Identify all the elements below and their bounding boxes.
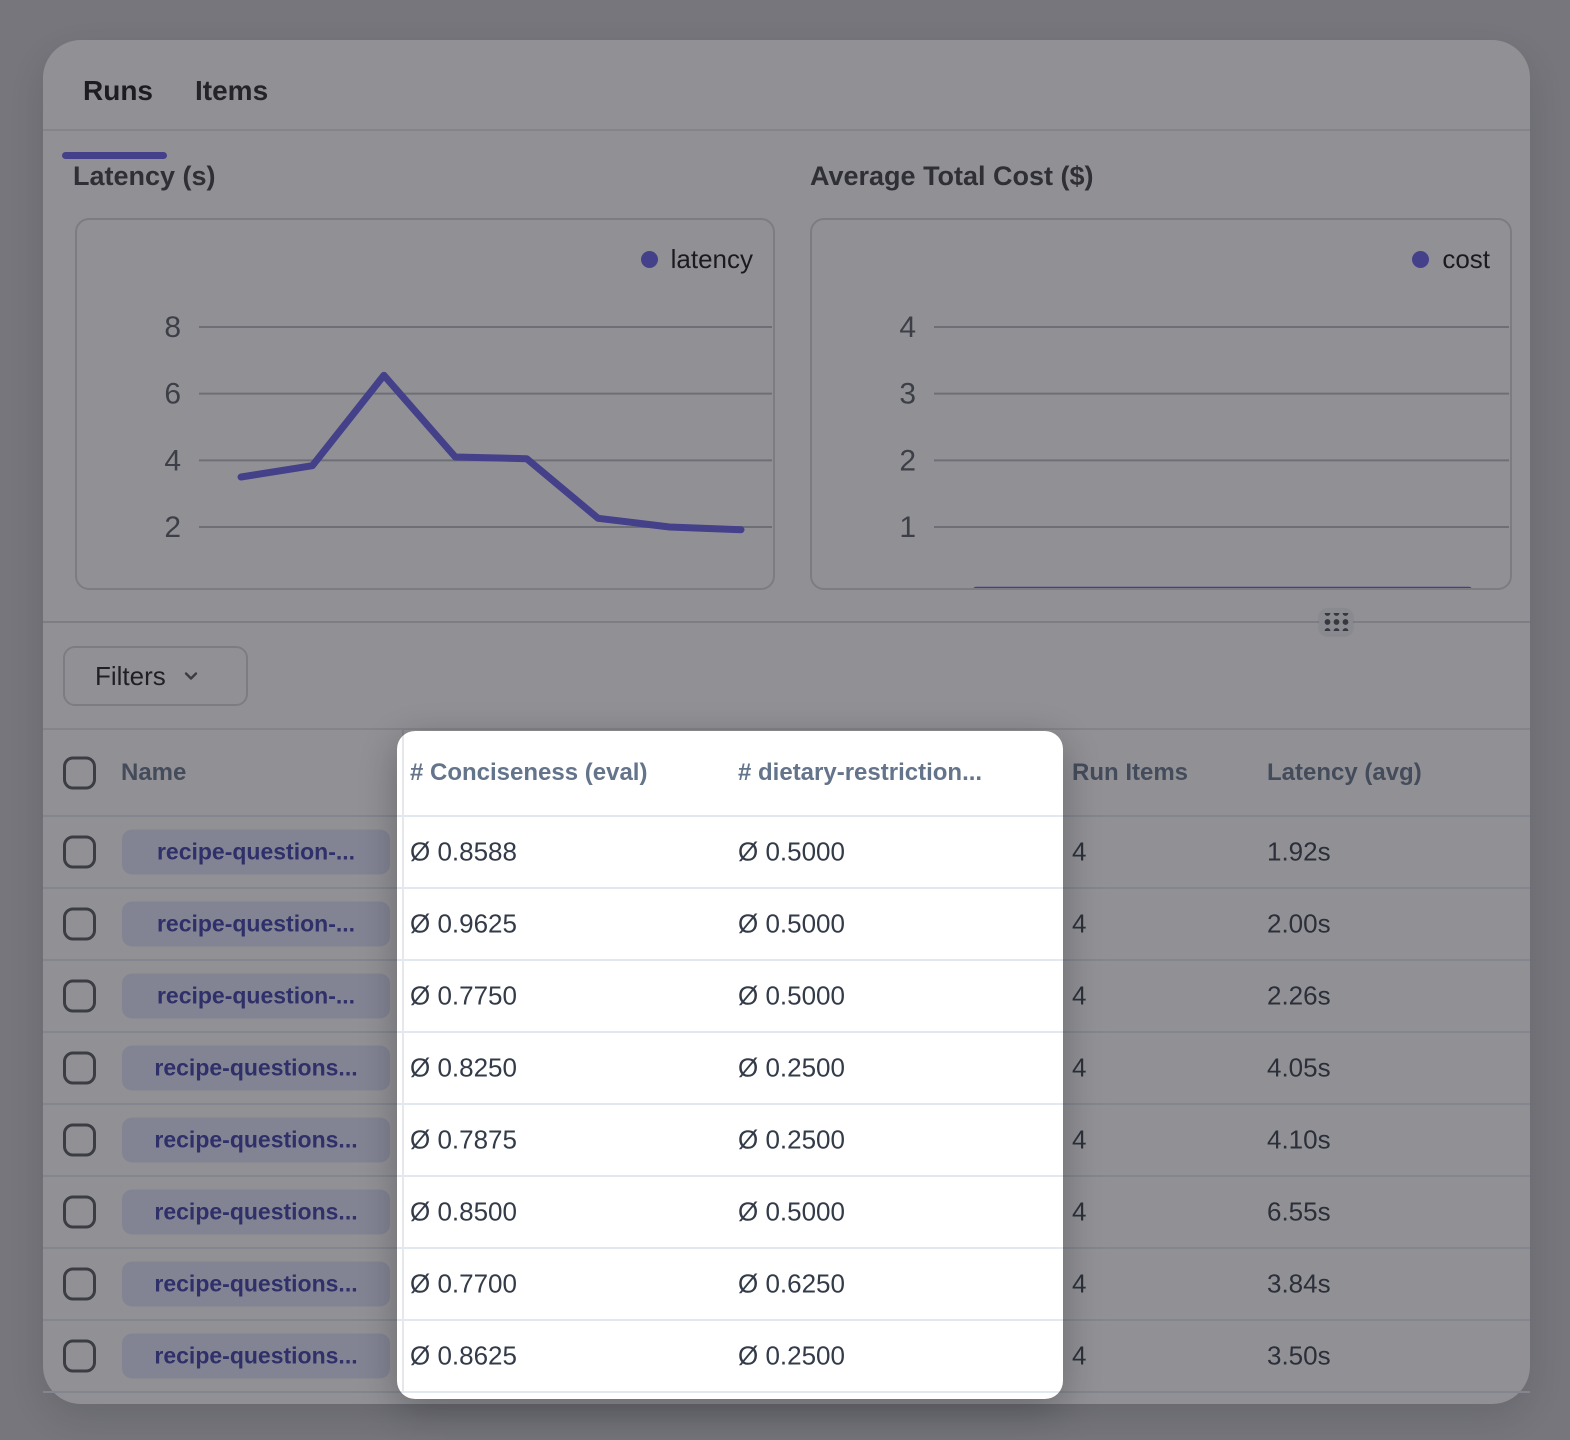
dietary-restriction-score-cell: Ø 0.5000 — [738, 1197, 845, 1228]
run-name-badge[interactable]: recipe-questions... — [122, 1262, 390, 1307]
y-axis-tick-label: 2 — [899, 444, 916, 477]
filters-button[interactable]: Filters — [63, 646, 248, 706]
row-checkbox[interactable] — [63, 1268, 96, 1301]
dietary-restriction-score-cell: Ø 0.6250 — [738, 1269, 845, 1300]
run-items-cell: 4 — [1072, 1053, 1086, 1084]
table-row[interactable]: recipe-questions... Ø 0.7875 Ø 0.2500 4 4.10… — [43, 1105, 1530, 1177]
latency-avg-cell: 4.05s — [1267, 1053, 1331, 1084]
latency-series-line — [241, 375, 741, 529]
run-name-badge[interactable]: recipe-question-... — [122, 974, 390, 1019]
conciseness-score-cell: Ø 0.7700 — [410, 1269, 517, 1300]
dietary-restriction-score-cell: Ø 0.2500 — [738, 1125, 845, 1156]
run-items-cell: 4 — [1072, 1125, 1086, 1156]
latency-avg-cell: 3.84s — [1267, 1269, 1331, 1300]
cost-chart-title: Average Total Cost ($) — [810, 161, 1094, 192]
runs-dashboard-card: Runs Items Latency (s) Average Total Cos… — [43, 40, 1530, 1404]
dietary-restriction-score-cell: Ø 0.2500 — [738, 1341, 845, 1372]
latency-line-chart: 8 6 4 2 — [77, 220, 774, 589]
tab-bar: Runs Items — [83, 75, 268, 107]
latency-legend: latency — [641, 244, 753, 275]
cost-chart-panel: 4 3 2 1 cost — [810, 218, 1512, 590]
y-axis-tick-label: 3 — [899, 378, 916, 411]
run-name-badge[interactable]: recipe-question-... — [122, 830, 390, 875]
run-name-badge[interactable]: recipe-questions... — [122, 1334, 390, 1379]
table-body: recipe-question-... Ø 0.8588 Ø 0.5000 4 1.92… — [43, 817, 1530, 1393]
conciseness-score-cell: Ø 0.8250 — [410, 1053, 517, 1084]
run-name-badge[interactable]: recipe-questions... — [122, 1046, 390, 1091]
run-name-badge[interactable]: recipe-questions... — [122, 1118, 390, 1163]
run-name-badge[interactable]: recipe-questions... — [122, 1190, 390, 1235]
table-row[interactable]: recipe-questions... Ø 0.8625 Ø 0.2500 4 3.50… — [43, 1321, 1530, 1393]
row-checkbox[interactable] — [63, 980, 96, 1013]
table-row[interactable]: recipe-question-... Ø 0.9625 Ø 0.5000 4 2.00… — [43, 889, 1530, 961]
latency-chart-title: Latency (s) — [73, 161, 216, 192]
run-items-cell: 4 — [1072, 981, 1086, 1012]
conciseness-score-cell: Ø 0.7875 — [410, 1125, 517, 1156]
run-items-cell: 4 — [1072, 909, 1086, 940]
filters-button-label: Filters — [95, 661, 166, 692]
table-row[interactable]: recipe-question-... Ø 0.8588 Ø 0.5000 4 1.92… — [43, 817, 1530, 889]
latency-avg-cell: 6.55s — [1267, 1197, 1331, 1228]
conciseness-score-cell: Ø 0.8588 — [410, 837, 517, 868]
y-axis-tick-label: 2 — [164, 511, 181, 544]
cost-legend-dot-icon — [1412, 251, 1429, 268]
row-checkbox[interactable] — [63, 1340, 96, 1373]
latency-avg-cell: 2.00s — [1267, 909, 1331, 940]
conciseness-score-cell: Ø 0.8500 — [410, 1197, 517, 1228]
table-header-row: Name # Conciseness (eval) # dietary-rest… — [43, 730, 1530, 817]
y-axis-tick-label: 8 — [164, 311, 181, 344]
dietary-restriction-score-cell: Ø 0.5000 — [738, 909, 845, 940]
column-header-conciseness: # Conciseness (eval) — [410, 759, 647, 787]
cost-line-chart: 4 3 2 1 — [812, 220, 1511, 589]
run-name-badge[interactable]: recipe-question-... — [122, 902, 390, 947]
column-header-dietary-restriction: # dietary-restriction... — [738, 759, 982, 787]
latency-chart-panel: 8 6 4 2 latency — [75, 218, 775, 590]
conciseness-score-cell: Ø 0.8625 — [410, 1341, 517, 1372]
row-checkbox[interactable] — [63, 1052, 96, 1085]
run-items-cell: 4 — [1072, 837, 1086, 868]
section-divider — [43, 621, 1530, 623]
chevron-down-icon — [181, 666, 201, 686]
table-row[interactable]: recipe-questions... Ø 0.7700 Ø 0.6250 4 3.84… — [43, 1249, 1530, 1321]
column-header-run-items: Run Items — [1072, 759, 1188, 787]
tab-items[interactable]: Items — [195, 75, 268, 107]
dietary-restriction-score-cell: Ø 0.5000 — [738, 837, 845, 868]
conciseness-score-cell: Ø 0.9625 — [410, 909, 517, 940]
tabs-divider — [43, 129, 1530, 131]
runs-table: Name # Conciseness (eval) # dietary-rest… — [43, 728, 1530, 1393]
drag-dots-icon — [1323, 613, 1350, 631]
y-axis-tick-label: 1 — [899, 511, 916, 544]
dietary-restriction-score-cell: Ø 0.5000 — [738, 981, 845, 1012]
y-axis-tick-label: 6 — [164, 378, 181, 411]
cost-legend-label: cost — [1442, 244, 1490, 275]
latency-avg-cell: 2.26s — [1267, 981, 1331, 1012]
column-header-latency-avg: Latency (avg) — [1267, 759, 1422, 787]
tab-runs[interactable]: Runs — [83, 75, 153, 107]
dietary-restriction-score-cell: Ø 0.2500 — [738, 1053, 845, 1084]
resize-drag-handle[interactable] — [1319, 608, 1353, 635]
conciseness-score-cell: Ø 0.7750 — [410, 981, 517, 1012]
row-checkbox[interactable] — [63, 1196, 96, 1229]
latency-legend-label: latency — [671, 244, 753, 275]
table-row[interactable]: recipe-question-... Ø 0.7750 Ø 0.5000 4 2.26… — [43, 961, 1530, 1033]
cost-legend: cost — [1412, 244, 1490, 275]
y-axis-tick-label: 4 — [164, 444, 181, 477]
table-row[interactable]: recipe-questions... Ø 0.8250 Ø 0.2500 4 4.05… — [43, 1033, 1530, 1105]
table-row[interactable]: recipe-questions... Ø 0.8500 Ø 0.5000 4 6.55… — [43, 1177, 1530, 1249]
run-items-cell: 4 — [1072, 1341, 1086, 1372]
row-checkbox[interactable] — [63, 836, 96, 869]
row-checkbox[interactable] — [63, 908, 96, 941]
y-axis-tick-label: 4 — [899, 311, 916, 344]
run-items-cell: 4 — [1072, 1269, 1086, 1300]
latency-avg-cell: 1.92s — [1267, 837, 1331, 868]
latency-avg-cell: 3.50s — [1267, 1341, 1331, 1372]
row-checkbox[interactable] — [63, 1124, 96, 1157]
active-tab-underline — [62, 152, 167, 159]
column-header-name: Name — [121, 759, 186, 787]
run-items-cell: 4 — [1072, 1197, 1086, 1228]
latency-legend-dot-icon — [641, 251, 658, 268]
select-all-checkbox[interactable] — [63, 756, 96, 789]
latency-avg-cell: 4.10s — [1267, 1125, 1331, 1156]
